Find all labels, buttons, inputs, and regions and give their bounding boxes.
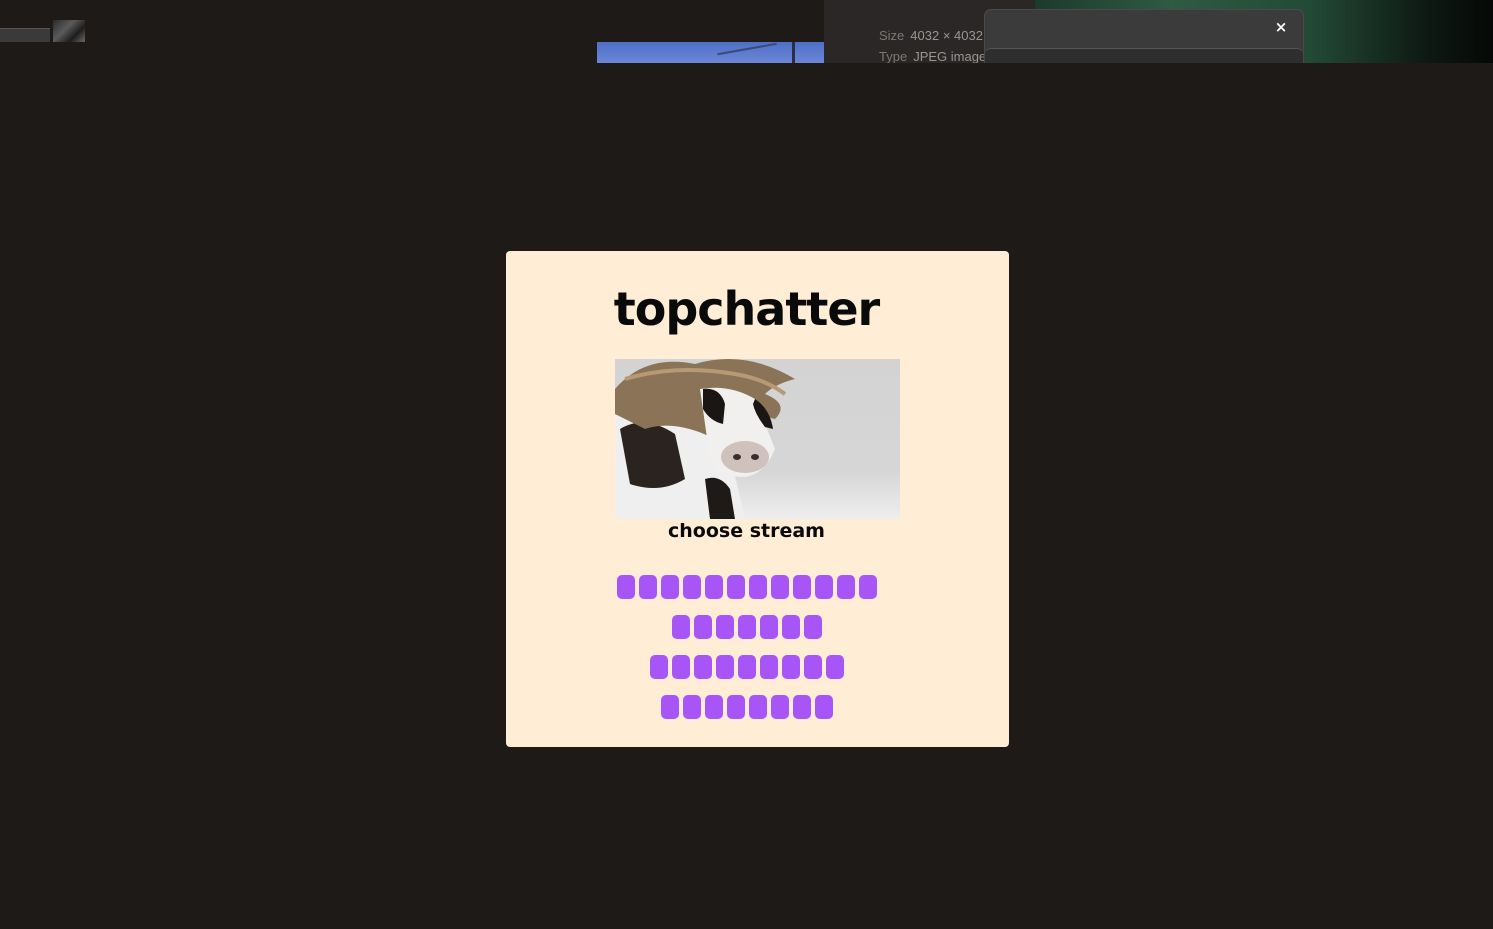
stream-name-glyph: [704, 695, 723, 719]
tree-branch-shape: [717, 42, 777, 56]
stream-name-glyph: [693, 655, 712, 679]
left-window-bar: [0, 28, 50, 42]
stream-name-glyph: [759, 615, 778, 639]
stream-name-glyph: [660, 695, 679, 719]
stream-name-glyph: [814, 575, 833, 599]
stream-name-glyph: [770, 575, 789, 599]
stream-name-glyph: [671, 655, 690, 679]
stream-name-glyph: [737, 655, 756, 679]
foreground-window: ×: [985, 10, 1303, 63]
stream-name-glyph: [726, 575, 745, 599]
left-window-thumbnail: [53, 20, 85, 42]
choose-stream-label: choose stream: [668, 520, 825, 542]
stream-name-glyph: [737, 615, 756, 639]
cow-image: [615, 359, 900, 519]
stream-name-glyph: [781, 655, 800, 679]
stream-name-glyph: [638, 575, 657, 599]
stream-name-glyph: [770, 695, 789, 719]
stream-name-glyph: [715, 655, 734, 679]
file-type-value: JPEG image: [913, 49, 987, 63]
stream-name-glyph: [748, 575, 767, 599]
stream-name-glyph: [682, 575, 701, 599]
file-type-row: Type JPEG image: [879, 49, 986, 63]
stream-name-glyph: [792, 575, 811, 599]
stream-name-glyph: [715, 615, 734, 639]
stream-name-glyph: [781, 615, 800, 639]
cow-muzzle: [721, 441, 769, 473]
stream-name-glyph: [704, 575, 723, 599]
stream-name-glyph: [803, 615, 822, 639]
stream-name-glyph: [671, 615, 690, 639]
image-viewer-preview: [597, 42, 824, 63]
cow-nostril: [733, 454, 741, 460]
file-type-key: Type: [879, 49, 908, 63]
stream-name-glyph: [858, 575, 877, 599]
stream-name-glyph: [803, 655, 822, 679]
stream-name-glyph: [825, 655, 844, 679]
window-content-edge: [985, 48, 1303, 63]
cow-illustration: [615, 359, 795, 519]
cow-nostril: [751, 454, 759, 460]
desktop: Size 4032 × 4032 pixels Type JPEG image × …: [0, 0, 1493, 929]
stream-name-glyph: [693, 615, 712, 639]
stream-option-row-3[interactable]: [0, 655, 1493, 679]
stream-option-row-4[interactable]: [0, 695, 1493, 719]
stream-name-glyph: [792, 695, 811, 719]
stream-name-glyph: [759, 655, 778, 679]
stream-name-glyph: [748, 695, 767, 719]
stream-name-glyph: [726, 695, 745, 719]
background-windows: Size 4032 × 4032 pixels Type JPEG image ×: [0, 0, 1493, 63]
stream-name-glyph: [660, 575, 679, 599]
stream-name-glyph: [836, 575, 855, 599]
stream-name-glyph: [814, 695, 833, 719]
stream-name-glyph: [649, 655, 668, 679]
stream-name-glyph: [616, 575, 635, 599]
close-button[interactable]: ×: [1273, 19, 1289, 35]
stream-option-row-1[interactable]: [0, 575, 1493, 599]
dialog-title: topchatter: [613, 282, 880, 336]
file-size-key: Size: [879, 28, 905, 43]
stream-option-row-2[interactable]: [0, 615, 1493, 639]
tree-branch-shape: [792, 42, 795, 63]
stream-name-glyph: [682, 695, 701, 719]
